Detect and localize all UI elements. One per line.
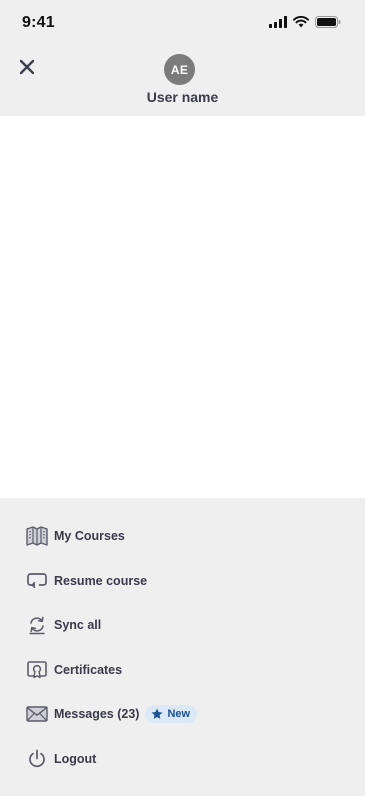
close-icon	[19, 59, 35, 75]
status-icons	[269, 16, 341, 28]
sync-icon	[26, 614, 48, 636]
close-button[interactable]	[16, 56, 38, 78]
menu: My Courses Resume course Sync all Certif…	[0, 498, 365, 796]
menu-item-resume-course[interactable]: Resume course	[26, 568, 147, 594]
user-name: User name	[146, 89, 219, 105]
menu-item-sync-all[interactable]: Sync all	[26, 612, 101, 638]
signal-icon	[269, 16, 287, 28]
power-icon	[26, 748, 48, 770]
menu-item-label: Messages (23)	[54, 707, 140, 721]
menu-item-label: Logout	[54, 752, 97, 766]
content-area	[0, 116, 365, 498]
new-badge: New	[145, 705, 198, 723]
header: 9:41 AE User name	[0, 0, 365, 116]
menu-item-label: My Courses	[54, 529, 125, 543]
resume-icon	[26, 570, 48, 592]
menu-item-label: Sync all	[54, 618, 102, 632]
menu-item-certificates[interactable]: Certificates	[26, 657, 122, 683]
menu-item-messages[interactable]: Messages (23) New	[26, 701, 198, 727]
status-bar: 9:41	[0, 0, 365, 44]
star-icon	[152, 708, 163, 719]
menu-item-my-courses[interactable]: My Courses	[26, 523, 125, 549]
wifi-icon	[293, 16, 309, 28]
status-time: 9:41	[22, 14, 55, 31]
avatar[interactable]: AE	[164, 54, 195, 85]
certificate-icon	[26, 659, 48, 681]
battery-icon	[315, 16, 341, 28]
menu-item-label: Resume course	[54, 574, 148, 588]
badge-label: New	[167, 708, 191, 720]
book-open-icon	[26, 525, 48, 547]
menu-item-logout[interactable]: Logout	[26, 746, 96, 772]
envelope-icon	[26, 703, 48, 725]
menu-item-label: Certificates	[54, 663, 123, 677]
